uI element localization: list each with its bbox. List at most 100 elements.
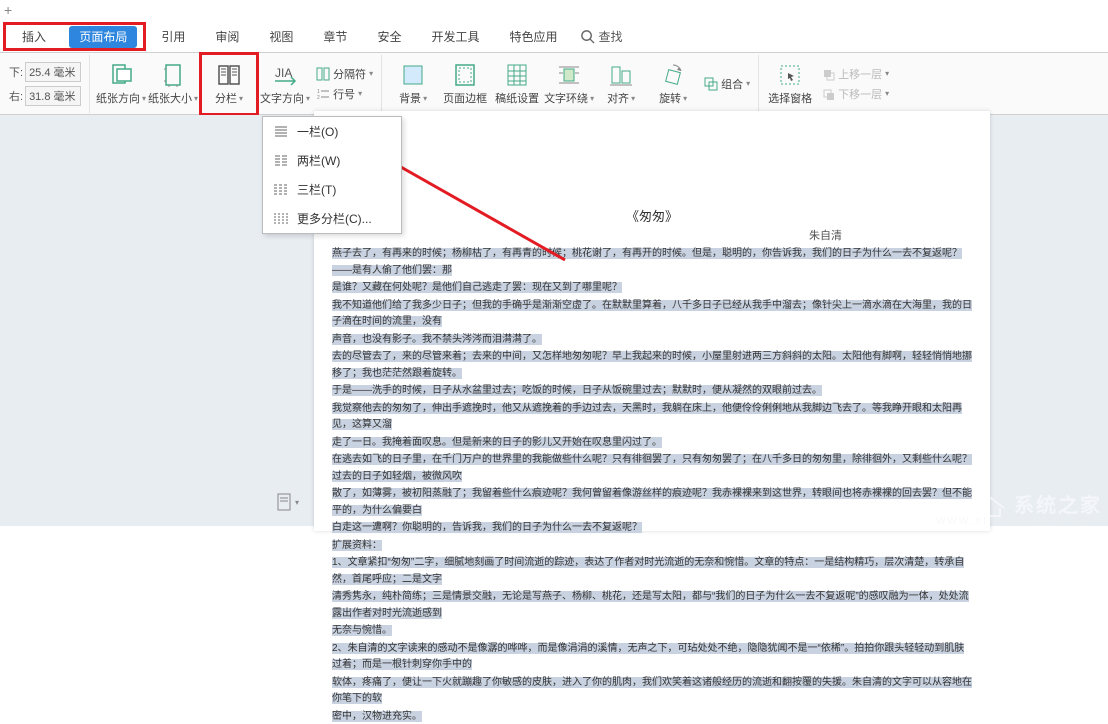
doc-p5b: 散了，如薄雾，被初阳蒸融了；我留着些什么痕迹呢？我何曾留着像游丝样的痕迹呢？我赤… <box>332 488 972 516</box>
margin-top-label: 下: <box>9 64 23 80</box>
document-title: 《匆匆》 <box>332 206 972 225</box>
rotate-icon <box>659 61 687 89</box>
tab-sections[interactable]: 章节 <box>313 24 357 49</box>
align-label: 对齐 <box>607 90 629 106</box>
columns-dropdown: 一栏(O) 两栏(W) 三栏(T) 更多分栏(C)... <box>262 116 402 234</box>
text-direction-icon: JIA <box>271 61 299 89</box>
align-icon <box>607 61 635 89</box>
margin-right-label: 右: <box>9 88 23 104</box>
doc-p7: 1、文章紧扣“匆匆”二字，细腻地刻画了时间流逝的踪迹，表达了作者对时光流逝的无奈… <box>332 557 964 585</box>
selection-pane-icon <box>776 61 804 89</box>
columns-two-label: 两栏(W) <box>297 152 340 169</box>
document-page[interactable]: 《匆匆》 朱自清 燕子去了，有再来的时候；杨柳枯了，有再青的时候；桃花谢了，有再… <box>314 111 990 531</box>
text-direction-label: 文字方向 <box>260 90 304 106</box>
breaks-button[interactable]: 分隔符▾ <box>316 65 373 83</box>
line-numbers-icon: 12 <box>316 87 330 101</box>
bring-forward-button[interactable]: 上移一层▾ <box>821 65 889 83</box>
doc-p3: 去的尽管去了，来的尽管来着；去来的中间，又怎样地匆匆呢？早上我起来的时候，小屋里… <box>332 351 972 379</box>
three-column-icon <box>273 183 289 197</box>
text-wrap-icon <box>555 61 583 89</box>
bring-forward-label: 上移一层 <box>838 66 882 82</box>
columns-three-item[interactable]: 三栏(T) <box>263 175 401 204</box>
bring-forward-icon <box>821 67 835 81</box>
text-wrap-label: 文字环绕 <box>544 90 588 106</box>
orientation-button[interactable]: 纸张方向▾ <box>95 56 147 112</box>
doc-p1b: 是谁？又藏在何处呢？是他们自己逃走了罢：现在又到了哪里呢？ <box>332 282 622 293</box>
watermark-logo-icon <box>974 490 1008 518</box>
insert-tab-icon[interactable]: + <box>4 2 12 18</box>
page-border-icon <box>451 61 479 89</box>
tab-security[interactable]: 安全 <box>367 24 411 49</box>
selection-pane-label: 选择窗格 <box>768 90 812 106</box>
text-direction-button[interactable]: JIA 文字方向▾ <box>259 56 311 112</box>
search-label: 查找 <box>598 28 622 45</box>
grid-settings-button[interactable]: 稿纸设置 <box>491 56 543 112</box>
line-numbers-button[interactable]: 12 行号▾ <box>316 85 373 103</box>
doc-p8b: 软体，疼痛了，便让一下火就蹦趣了你敏感的皮肤，进入了你的肌肉，我们欢笑着这诸般经… <box>332 677 972 705</box>
page-nav-dropdown-icon[interactable]: ▾ <box>295 498 299 507</box>
columns-icon <box>215 61 243 89</box>
page-nav-icon[interactable] <box>276 493 292 511</box>
background-icon <box>399 61 427 89</box>
columns-one-item[interactable]: 一栏(O) <box>263 117 401 146</box>
line-numbers-label: 行号 <box>333 86 355 102</box>
paper-size-label: 纸张大小 <box>148 90 192 106</box>
columns-label: 分栏 <box>215 90 237 106</box>
paper-size-icon <box>159 61 187 89</box>
columns-two-item[interactable]: 两栏(W) <box>263 146 401 175</box>
doc-p6: 扩展资料： <box>332 540 382 551</box>
columns-three-label: 三栏(T) <box>297 181 336 198</box>
doc-p7c: 无奈与惋惜。 <box>332 625 392 636</box>
rotate-button[interactable]: 旋转▾ <box>647 56 699 112</box>
tab-view[interactable]: 视图 <box>259 24 303 49</box>
columns-more-label: 更多分栏(C)... <box>297 210 372 227</box>
document-author: 朱自清 <box>332 227 842 243</box>
tab-insert[interactable]: 插入 <box>12 26 56 48</box>
margin-right-input[interactable]: 31.8 毫米 <box>25 86 81 106</box>
background-button[interactable]: 背景▾ <box>387 56 439 112</box>
tab-review[interactable]: 审阅 <box>205 24 249 49</box>
doc-p5: 在逃去如飞的日子里，在千门万户的世界里的我能做些什么呢？只有徘徊罢了，只有匆匆罢… <box>332 454 972 482</box>
search-icon <box>580 29 595 44</box>
workspace: ▾ 《匆匆》 朱自清 燕子去了，有再来的时候；杨柳枯了，有再青的时候；桃花谢了，… <box>0 115 1108 526</box>
doc-p4: 我觉察他去的匆匆了，伸出手遮挽时，他又从遮挽着的手边过去，天黑时，我躺在床上，他… <box>332 403 962 431</box>
paper-size-button[interactable]: 纸张大小▾ <box>147 56 199 112</box>
orientation-label: 纸张方向 <box>96 90 140 106</box>
send-backward-icon <box>821 87 835 101</box>
svg-text:2: 2 <box>317 95 320 101</box>
two-column-icon <box>273 154 289 168</box>
send-backward-label: 下移一层 <box>838 86 882 102</box>
margin-group: 下: 25.4 毫米 右: 31.8 毫米 <box>9 55 90 113</box>
selection-pane-button[interactable]: 选择窗格 <box>764 56 816 112</box>
doc-p8c: 密中，汉物进充实。 <box>332 711 422 722</box>
watermark-url: WWW.XITONGZHIJIA.NET <box>936 516 1098 527</box>
background-label: 背景 <box>399 90 421 106</box>
send-backward-button[interactable]: 下移一层▾ <box>821 85 889 103</box>
breaks-label: 分隔符 <box>333 66 366 82</box>
columns-one-label: 一栏(O) <box>297 123 338 140</box>
tab-bar: 插入 页面布局 引用 审阅 视图 章节 安全 开发工具 特色应用 查找 <box>0 20 1108 53</box>
orientation-icon <box>107 61 135 89</box>
doc-p5c: 白走这一遭啊？你聪明的，告诉我，我们的日子为什么一去不复返呢？ <box>332 522 642 533</box>
one-column-icon <box>273 125 289 139</box>
page-border-button[interactable]: 页面边框 <box>439 56 491 112</box>
doc-p1: 燕子去了，有再来的时候；杨柳枯了，有再青的时候；桃花谢了，有再开的时候。但是，聪… <box>332 248 962 276</box>
tab-featured[interactable]: 特色应用 <box>499 24 567 49</box>
page-border-label: 页面边框 <box>443 90 487 106</box>
columns-button[interactable]: 分栏▾ <box>203 56 255 112</box>
doc-p2b: 声音，也没有影子。我不禁头涔涔而泪潸潸了。 <box>332 334 542 345</box>
tab-references[interactable]: 引用 <box>151 24 195 49</box>
doc-p7b: 清秀隽永，纯朴简练；三是情景交融，无论是写燕子、杨柳、桃花，还是写太阳，都与“我… <box>332 591 969 619</box>
svg-text:JIA: JIA <box>275 66 292 80</box>
tab-dev-tools[interactable]: 开发工具 <box>421 24 489 49</box>
columns-more-item[interactable]: 更多分栏(C)... <box>263 204 401 233</box>
watermark-brand: 系统之家 <box>1014 489 1102 518</box>
text-wrap-button[interactable]: 文字环绕▾ <box>543 56 595 112</box>
doc-p3b: 于是——洗手的时候，日子从水盆里过去；吃饭的时候，日子从饭碗里过去；默默时，便从… <box>332 385 822 396</box>
search-button[interactable]: 查找 <box>580 28 622 45</box>
highlight-page-layout: 插入 页面布局 <box>3 22 146 51</box>
group-button[interactable]: 组合▾ <box>704 75 750 93</box>
margin-top-input[interactable]: 25.4 毫米 <box>25 62 81 82</box>
tab-page-layout[interactable]: 页面布局 <box>69 26 137 48</box>
align-button[interactable]: 对齐▾ <box>595 56 647 112</box>
